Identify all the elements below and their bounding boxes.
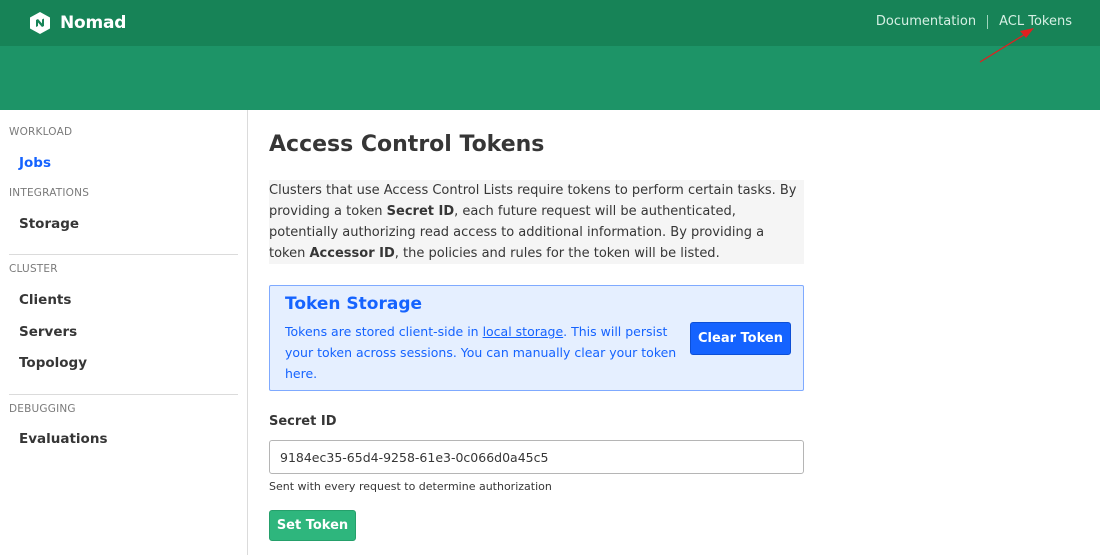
app-name: Nomad: [60, 13, 127, 33]
set-token-button[interactable]: Set Token: [269, 510, 356, 541]
sidebar-section-cluster: CLUSTER: [9, 263, 58, 275]
sidebar-item-clients[interactable]: Clients: [19, 292, 71, 308]
sidebar-section-workload: WORKLOAD: [9, 126, 73, 138]
clear-token-button[interactable]: Clear Token: [690, 322, 791, 355]
sidebar-divider: [9, 394, 238, 395]
sidebar: WORKLOAD Jobs INTEGRATIONS Storage CLUST…: [0, 110, 248, 555]
sidebar-item-servers[interactable]: Servers: [19, 324, 77, 340]
token-storage-text: Tokens are stored client-side in local s…: [285, 321, 680, 384]
intro-secret-id: Secret ID: [386, 204, 455, 219]
sidebar-item-topology[interactable]: Topology: [19, 355, 87, 371]
local-storage-link[interactable]: local storage: [483, 324, 564, 339]
acl-tokens-link[interactable]: ACL Tokens: [999, 14, 1072, 29]
sidebar-item-jobs[interactable]: Jobs: [19, 155, 51, 171]
storage-text-part: Tokens are stored client-side in: [285, 324, 483, 339]
page-title: Access Control Tokens: [269, 132, 545, 157]
sidebar-item-storage[interactable]: Storage: [19, 216, 79, 232]
secret-id-label: Secret ID: [269, 414, 337, 429]
sidebar-divider: [9, 254, 238, 255]
intro-part: , the policies and rules for the token w…: [394, 246, 720, 261]
nav-separator: [987, 14, 989, 29]
intro-accessor-id: Accessor ID: [309, 246, 395, 261]
sidebar-item-evaluations[interactable]: Evaluations: [19, 431, 107, 447]
token-storage-title: Token Storage: [285, 294, 423, 314]
sidebar-section-debugging: DEBUGGING: [9, 403, 76, 415]
sidebar-section-integrations: INTEGRATIONS: [9, 187, 90, 199]
nomad-logo-icon: [30, 12, 50, 34]
documentation-link[interactable]: Documentation: [876, 14, 976, 29]
secret-id-input[interactable]: [269, 440, 804, 474]
token-storage-notice: Token Storage Tokens are stored client-s…: [269, 285, 804, 391]
top-nav: Documentation ACL Tokens: [876, 14, 1072, 29]
app-header: Nomad Documentation ACL Tokens: [0, 0, 1100, 110]
secret-id-help: Sent with every request to determine aut…: [269, 480, 552, 493]
intro-text: Clusters that use Access Control Lists r…: [269, 180, 804, 264]
nomad-logo[interactable]: Nomad: [28, 11, 126, 35]
